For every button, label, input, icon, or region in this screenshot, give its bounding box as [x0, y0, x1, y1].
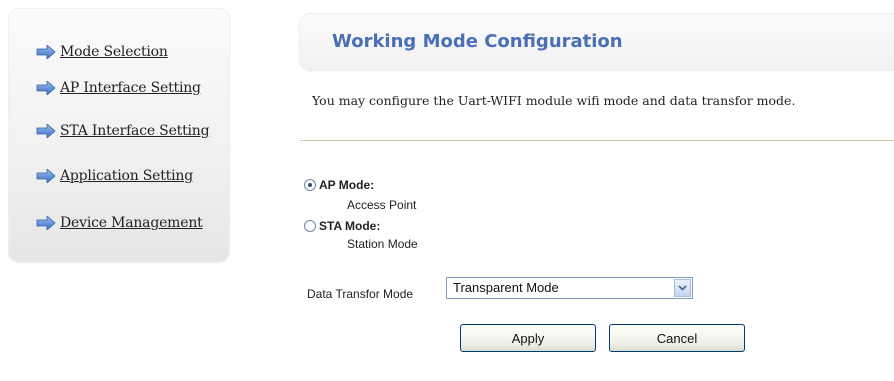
- ap-mode-label: AP Mode:: [319, 178, 375, 192]
- sidebar-item-application-setting[interactable]: Application Setting: [36, 165, 193, 187]
- arrow-right-icon: [36, 169, 56, 183]
- apply-button[interactable]: Apply: [460, 324, 596, 352]
- arrow-right-icon: [36, 45, 56, 59]
- sidebar-item-device-management[interactable]: Device Management: [36, 212, 203, 234]
- arrow-right-icon: [36, 216, 56, 230]
- sidebar-item-sta-interface-setting[interactable]: STA Interface Setting: [36, 120, 210, 142]
- dropdown-button[interactable]: [674, 279, 691, 297]
- data-transfor-mode-select[interactable]: Transparent Mode: [446, 277, 693, 299]
- select-value: Transparent Mode: [453, 280, 559, 295]
- sidebar-item-mode-selection[interactable]: Mode Selection: [36, 41, 168, 63]
- radio-checked-icon[interactable]: [304, 179, 316, 191]
- sidebar-item-label: Mode Selection: [60, 44, 168, 60]
- sidebar-item-label: AP Interface Setting: [60, 80, 201, 96]
- ap-mode-sublabel: Access Point: [347, 198, 417, 212]
- sta-mode-sublabel: Station Mode: [347, 237, 418, 251]
- ap-mode-radio[interactable]: AP Mode:: [304, 178, 374, 192]
- sidebar-item-ap-interface-setting[interactable]: AP Interface Setting: [36, 77, 201, 99]
- sta-mode-label: STA Mode:: [319, 219, 381, 233]
- cancel-button[interactable]: Cancel: [609, 324, 745, 352]
- sidebar-item-label: Application Setting: [60, 168, 193, 184]
- page-title: Working Mode Configuration: [332, 31, 623, 52]
- page-description: You may configure the Uart-WIFI module w…: [312, 93, 796, 108]
- radio-unchecked-icon[interactable]: [304, 220, 316, 232]
- sta-mode-radio[interactable]: STA Mode:: [304, 219, 380, 233]
- arrow-right-icon: [36, 81, 56, 95]
- page-header: Working Mode Configuration: [300, 14, 894, 70]
- sidebar-item-label: Device Management: [60, 215, 203, 231]
- divider: [300, 140, 894, 141]
- sidebar-item-label: STA Interface Setting: [60, 123, 210, 139]
- sidebar-panel: Mode Selection AP Interface Setting STA …: [9, 9, 229, 262]
- chevron-down-icon: [678, 285, 687, 291]
- arrow-right-icon: [36, 124, 56, 138]
- data-transfor-mode-label: Data Transfor Mode: [307, 287, 414, 301]
